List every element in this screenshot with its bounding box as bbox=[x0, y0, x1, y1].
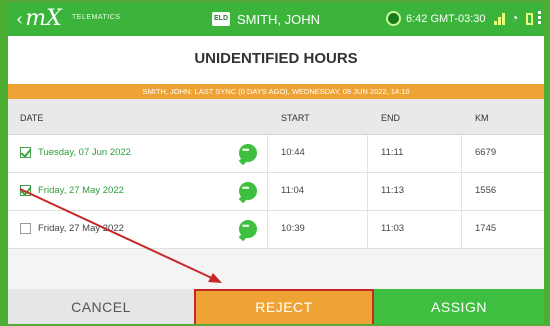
row-checkbox[interactable] bbox=[20, 185, 31, 196]
row-end: 11:11 bbox=[381, 147, 404, 158]
row-date: Friday, 27 May 2022 bbox=[38, 223, 124, 234]
cancel-button[interactable]: CANCEL bbox=[8, 289, 194, 324]
app-frame: ‹mX TELEMATICS ELD SMITH, JOHN 6:42 GMT-… bbox=[0, 0, 550, 326]
assign-button[interactable]: ASSIGN bbox=[374, 289, 544, 324]
driver-name[interactable]: SMITH, JOHN bbox=[237, 12, 320, 27]
brand-subtitle: TELEMATICS bbox=[72, 14, 121, 21]
sync-icon[interactable] bbox=[386, 11, 401, 26]
overflow-menu-icon[interactable] bbox=[538, 11, 541, 26]
column-header-date[interactable]: DATE bbox=[20, 113, 43, 123]
row-km: 1556 bbox=[475, 185, 497, 196]
table-row[interactable]: Friday, 27 May 2022 10:39 11:03 1745 bbox=[8, 211, 544, 249]
comment-bubble-icon[interactable] bbox=[239, 182, 257, 200]
brand-logo[interactable]: ‹mX bbox=[16, 6, 62, 31]
row-km: 6679 bbox=[475, 147, 497, 158]
column-header-start[interactable]: START bbox=[281, 113, 310, 123]
reject-button[interactable]: REJECT bbox=[194, 289, 374, 324]
table-row[interactable]: Friday, 27 May 2022 11:04 11:13 1556 bbox=[8, 173, 544, 211]
column-header-end[interactable]: END bbox=[381, 113, 400, 123]
row-start: 11:04 bbox=[281, 185, 305, 196]
row-date: Friday, 27 May 2022 bbox=[38, 185, 124, 196]
table-row[interactable]: Tuesday, 07 Jun 2022 10:44 11:11 6679 bbox=[8, 135, 544, 173]
clock: 6:42 GMT-03:30 bbox=[406, 13, 486, 25]
wifi-icon: ◔ bbox=[511, 11, 519, 25]
comment-bubble-icon[interactable] bbox=[239, 144, 257, 162]
eld-badge: ELD bbox=[212, 12, 230, 26]
row-km: 1745 bbox=[475, 223, 497, 234]
row-start: 10:44 bbox=[281, 147, 305, 158]
table-empty-area bbox=[8, 249, 544, 289]
table-header: DATE START END KM bbox=[8, 99, 544, 135]
row-start: 10:39 bbox=[281, 223, 305, 234]
comment-bubble-icon[interactable] bbox=[239, 220, 257, 238]
sync-status-banner: SMITH, JOHN: LAST SYNC (0 DAYS AGO), WED… bbox=[8, 84, 544, 99]
back-chevron-icon[interactable]: ‹ bbox=[16, 9, 23, 30]
row-end: 11:03 bbox=[381, 223, 405, 234]
row-checkbox[interactable] bbox=[20, 147, 31, 158]
top-bar: ‹mX TELEMATICS ELD SMITH, JOHN 6:42 GMT-… bbox=[8, 2, 544, 36]
signal-icon bbox=[494, 12, 507, 25]
battery-icon bbox=[526, 13, 533, 25]
column-header-km[interactable]: KM bbox=[475, 113, 489, 123]
row-date: Tuesday, 07 Jun 2022 bbox=[38, 147, 131, 158]
page-title: UNIDENTIFIED HOURS bbox=[194, 50, 358, 67]
row-checkbox[interactable] bbox=[20, 223, 31, 234]
row-end: 11:13 bbox=[381, 185, 405, 196]
